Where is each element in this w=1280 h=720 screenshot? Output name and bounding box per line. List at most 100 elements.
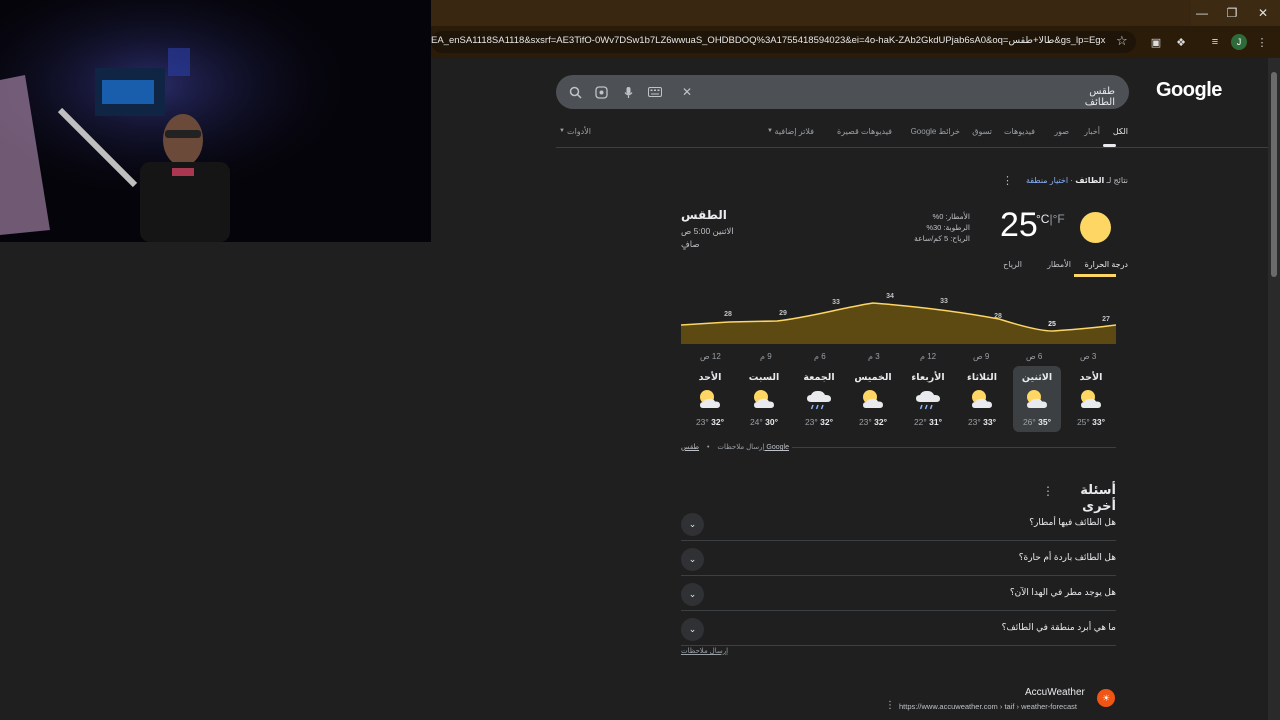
tab-more-filters[interactable]: فلاتر إضافية <box>775 127 814 136</box>
tools-chevron-icon[interactable]: ▼ <box>559 128 565 134</box>
day-card[interactable]: الاثنين 26° 35° <box>1013 366 1061 432</box>
tab-short-videos[interactable]: فيديوهات قصيرة <box>837 127 892 136</box>
clear-search-icon[interactable]: ✕ <box>679 84 695 100</box>
temp-units: °C|°F <box>1036 212 1065 226</box>
tab-precipitation[interactable]: الأمطار <box>1047 260 1071 269</box>
unit-fahrenheit[interactable]: °F <box>1053 212 1065 226</box>
day-card[interactable]: الخميس 23° 32° <box>849 366 897 432</box>
chart-label: 34 <box>886 293 894 300</box>
day-name: الأحد <box>698 372 722 383</box>
day-card[interactable]: الأحد 23° 32° <box>686 366 734 432</box>
tab-all[interactable]: الكل <box>1113 127 1128 136</box>
day-card[interactable]: الجمعة 23° 32° <box>795 366 843 432</box>
day-low-temp: 24° <box>749 417 766 427</box>
google-logo[interactable]: Google <box>1156 79 1222 102</box>
paa-question[interactable]: هل الطائف باردة أم حارة؟ ⌄ <box>681 541 1116 576</box>
day-temps: 23° 32° <box>849 417 897 427</box>
day-temps: 24° 30° <box>740 417 788 427</box>
menu-dots-icon[interactable]: ⋮ <box>1253 33 1271 51</box>
tab-strip <box>431 0 1191 26</box>
weather-condition: صافٍ <box>681 239 700 249</box>
day-high-temp: 33° <box>1092 417 1106 427</box>
profile-avatar[interactable]: J <box>1231 34 1247 50</box>
paa-question-text: هل الطائف فيها أمطار؟ <box>1029 517 1116 527</box>
media-icon[interactable]: ▣ <box>1147 33 1165 51</box>
bookmark-star-icon[interactable]: ☆ <box>1116 33 1128 49</box>
day-low-temp: 22° <box>913 417 930 427</box>
chart-label: 28 <box>724 311 732 318</box>
search-icon[interactable] <box>567 84 583 100</box>
hour-label: 9 ص <box>973 352 990 361</box>
paa-question-text: ما هي أبرد منطقة في الطائف؟ <box>1001 622 1116 632</box>
tab-tools[interactable]: الأدوات <box>567 127 591 136</box>
tab-wind[interactable]: الرياح <box>1003 260 1022 269</box>
weather-feedback-link[interactable]: إرسال ملاحظات <box>717 444 764 451</box>
microphone-icon[interactable] <box>620 84 636 100</box>
sun-cloud-icon <box>750 388 778 412</box>
close-window-icon[interactable]: ✕ <box>1248 0 1278 26</box>
day-name: الأحد <box>1079 372 1103 383</box>
chevron-down-icon[interactable]: ▼ <box>767 128 773 134</box>
choose-area-link[interactable]: اختيار منطقة <box>1026 176 1068 185</box>
restore-icon[interactable]: ❐ <box>1217 0 1247 26</box>
search-box[interactable] <box>556 75 1129 109</box>
result-url[interactable]: https://www.accuweather.com › taif › wea… <box>899 702 1077 711</box>
weather-title: الطقس <box>681 208 727 222</box>
keyboard-icon[interactable] <box>647 84 663 100</box>
result-site-name[interactable]: AccuWeather <box>1025 687 1085 698</box>
paa-question[interactable]: ما هي أبرد منطقة في الطائف؟ ⌄ <box>681 611 1116 646</box>
day-card[interactable]: السبت 24° 30° <box>740 366 788 432</box>
weather-menu-dots-icon[interactable]: ⋮ <box>1002 174 1013 187</box>
unit-celsius[interactable]: °C <box>1036 212 1049 226</box>
tab-temperature[interactable]: درجة الحرارة <box>1085 260 1128 269</box>
tab-images[interactable]: صور <box>1054 127 1069 136</box>
chart-label: 27 <box>1102 316 1110 323</box>
minimize-icon[interactable]: — <box>1187 0 1217 26</box>
day-high-temp: 31° <box>929 417 943 427</box>
paa-question[interactable]: هل الطائف فيها أمطار؟ ⌄ <box>681 506 1116 541</box>
result-menu-dots-icon[interactable]: ⋮ <box>885 700 895 711</box>
chart-label: 28 <box>994 313 1002 320</box>
address-url[interactable]: EA_enSA1118SA1118&sxsrf=AE3TifO-0Wv7DSw1… <box>431 35 1106 46</box>
results-for-line: نتائج لـ الطائف · اختيار منطقة <box>1025 176 1128 185</box>
day-name: الاثنين <box>1021 372 1053 383</box>
day-name: الجمعة <box>803 372 835 383</box>
day-card[interactable]: الأحد 25° 33° <box>1067 366 1115 432</box>
precip-chance: الأمطار: 0% <box>932 212 970 221</box>
day-low-temp: 26° <box>1022 417 1039 427</box>
day-high-temp: 33° <box>983 417 997 427</box>
day-card[interactable]: الأربعاء 22° 31° <box>904 366 952 432</box>
paa-feedback-link[interactable]: إرسال ملاحظات <box>681 647 728 655</box>
sun-cloud-icon <box>859 388 887 412</box>
day-temps: 23° 33° <box>958 417 1006 427</box>
location-label: الطائف <box>1075 176 1105 185</box>
day-name: السبت <box>748 372 780 383</box>
accuweather-favicon[interactable]: ☀ <box>1097 689 1115 707</box>
chevron-down-icon[interactable]: ⌄ <box>681 513 704 536</box>
reading-list-icon[interactable]: ≡ <box>1206 33 1224 51</box>
paa-question[interactable]: هل يوجد مطر في الهدا الآن؟ ⌄ <box>681 576 1116 611</box>
tab-temperature-indicator <box>1074 274 1116 277</box>
hour-label: 3 م <box>868 352 880 361</box>
extensions-icon[interactable]: ❖ <box>1172 33 1190 51</box>
scrollbar-thumb[interactable] <box>1271 72 1277 277</box>
tab-shopping[interactable]: تسوق <box>972 127 992 136</box>
day-temps: 25° 33° <box>1067 417 1115 427</box>
paa-question-text: هل الطائف باردة أم حارة؟ <box>1018 552 1116 562</box>
tab-maps[interactable]: خرائط Google <box>911 127 960 136</box>
day-card[interactable]: الثلاثاء 23° 33° <box>958 366 1006 432</box>
chevron-down-icon[interactable]: ⌄ <box>681 618 704 641</box>
lens-icon[interactable] <box>593 84 609 100</box>
paa-menu-dots-icon[interactable]: ⋮ <box>1042 484 1054 498</box>
chart-label: 33 <box>940 298 948 305</box>
chevron-down-icon[interactable]: ⌄ <box>681 548 704 571</box>
search-input[interactable]: طقس الطائف <box>1060 86 1115 108</box>
chevron-down-icon[interactable]: ⌄ <box>681 583 704 606</box>
day-low-temp: 23° <box>804 417 821 427</box>
day-name: الخميس <box>854 372 892 383</box>
day-temps: 22° 31° <box>904 417 952 427</box>
results-for-label: نتائج لـ <box>1106 176 1128 185</box>
hour-label: 3 ص <box>1080 352 1097 361</box>
tab-videos[interactable]: فيديوهات <box>1004 127 1035 136</box>
tab-news[interactable]: أخبار <box>1084 127 1100 136</box>
